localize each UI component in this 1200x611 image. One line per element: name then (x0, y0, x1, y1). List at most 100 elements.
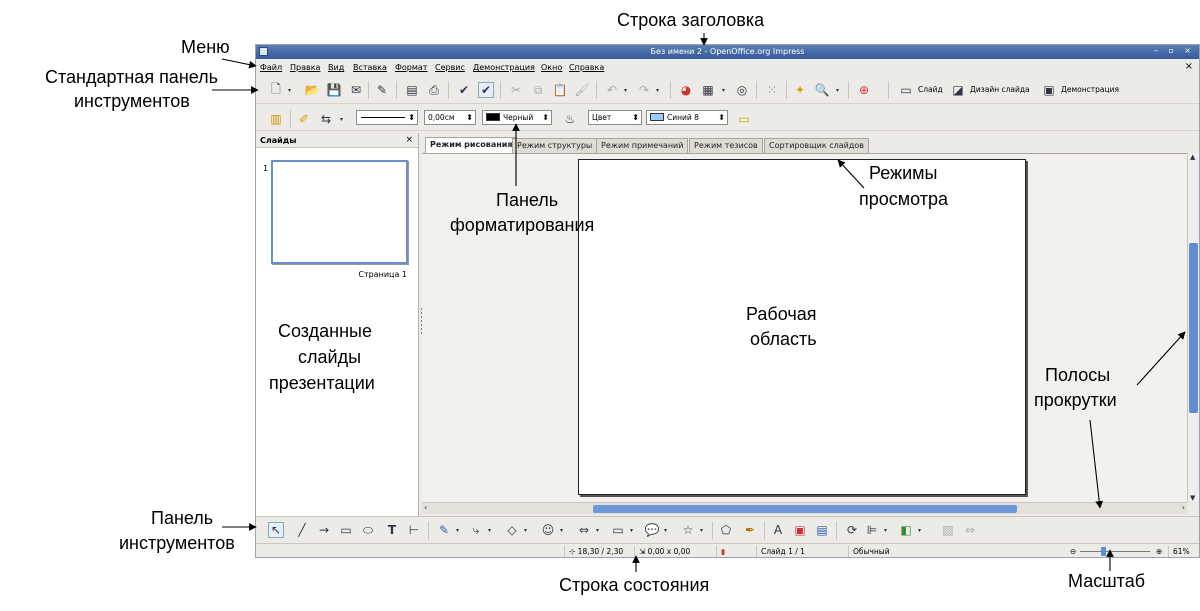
points-icon[interactable]: ⬠ (718, 522, 734, 538)
annotation-format-toolbar-line1: Панель (496, 190, 559, 210)
helplines-icon[interactable]: ✦ (792, 82, 808, 98)
chart-icon[interactable]: ◕ (678, 82, 694, 98)
arrange-icon[interactable]: ◧ (898, 522, 914, 538)
align-icon[interactable]: ⊫ (864, 522, 880, 538)
line-color-select[interactable]: Черный ⬍ (482, 110, 552, 125)
new-dropdown-icon[interactable]: ▾ (288, 87, 291, 94)
rectangle-tool-icon[interactable]: ▭ (338, 522, 354, 538)
callouts-icon[interactable]: 💬 (644, 522, 660, 538)
tab-outline-view[interactable]: Режим структуры (512, 138, 598, 153)
line-tool-icon[interactable]: ╱ (294, 522, 310, 538)
autospellcheck-icon[interactable]: ✔ (478, 82, 494, 98)
document-close-icon[interactable]: × (1185, 61, 1193, 72)
menu-edit[interactable]: Правка (290, 63, 320, 72)
save-icon[interactable]: 💾 (326, 82, 342, 98)
annotation-menu: Меню (181, 37, 230, 57)
shadow-icon[interactable]: ▭ (736, 111, 752, 127)
area-style-select[interactable]: Цвет ⬍ (588, 110, 642, 125)
grid-icon[interactable]: ⁙ (764, 82, 780, 98)
window-controls[interactable]: – ▫ × (1154, 46, 1195, 55)
tab-drawing-view[interactable]: Режим рисования (425, 137, 518, 153)
scroll-left-icon[interactable]: ‹ (424, 503, 427, 512)
extrusion-icon[interactable]: ▧ (940, 522, 956, 538)
presentation-icon[interactable]: ▣ (1041, 82, 1057, 98)
print-icon[interactable]: ⎙ (426, 82, 442, 98)
spellcheck-icon[interactable]: ✔ (456, 82, 472, 98)
rotate-icon[interactable]: ⟳ (844, 522, 860, 538)
area-fill-icon[interactable]: ♨ (562, 111, 578, 127)
export-pdf-icon[interactable]: ▤ (404, 82, 420, 98)
impress-window: Без имени 2 - OpenOffice.org Impress – ▫… (255, 44, 1200, 558)
menu-presentation[interactable]: Демонстрация (473, 63, 535, 72)
zoom-percent[interactable]: 61% (1168, 546, 1190, 557)
fontwork-icon[interactable]: A (770, 522, 786, 538)
slide-design-button[interactable]: Дизайн слайда (970, 85, 1030, 94)
zoom-out-icon[interactable]: ⊖ (1066, 546, 1076, 557)
line-width-field[interactable]: 0,00см ⬍ (424, 110, 476, 125)
gallery-icon[interactable]: ▤ (814, 522, 830, 538)
basic-shapes-icon[interactable]: ◇ (504, 522, 520, 538)
flowchart-icon[interactable]: ▭ (610, 522, 626, 538)
close-icon[interactable]: × (405, 135, 413, 145)
undo-icon[interactable]: ↶ (604, 82, 620, 98)
vertical-scrollbar[interactable]: ▲ ▼ (1187, 153, 1199, 502)
arrow-style-icon[interactable]: ⇆ (318, 111, 334, 127)
navigator-icon[interactable]: ◎ (734, 82, 750, 98)
annotation-drawing-toolbar-line1: Панель (151, 508, 214, 528)
arrow-line-tool-icon[interactable]: → (316, 522, 332, 538)
glue-points-icon[interactable]: ✒ (742, 522, 758, 538)
new-document-icon[interactable]: 🗋 (268, 82, 284, 98)
paste-icon[interactable]: 📋 (552, 82, 568, 98)
symbol-shapes-icon[interactable]: ☺ (540, 522, 556, 538)
tab-notes-view[interactable]: Режим примечаний (596, 138, 689, 153)
tab-handout-view[interactable]: Режим тезисов (689, 138, 763, 153)
open-icon[interactable]: 📂 (304, 82, 320, 98)
ellipse-tool-icon[interactable]: ⬭ (360, 522, 376, 538)
area-color-select[interactable]: Синий 8 ⬍ (646, 110, 728, 125)
slide-design-icon[interactable]: ◪ (950, 82, 966, 98)
horizontal-scroll-thumb[interactable] (593, 505, 1017, 513)
styles-icon[interactable]: ▥ (268, 111, 284, 127)
horizontal-scrollbar[interactable]: ‹ › (422, 502, 1187, 514)
transitions-icon[interactable]: ⇔ (962, 522, 978, 538)
title-bar: Без имени 2 - OpenOffice.org Impress – ▫… (256, 45, 1199, 59)
edit-file-icon[interactable]: ✎ (374, 82, 390, 98)
vertical-scroll-thumb[interactable] (1189, 243, 1198, 413)
from-file-icon[interactable]: ▣ (792, 522, 808, 538)
spin-icon: ⬍ (632, 113, 639, 122)
presentation-button[interactable]: Демонстрация (1061, 85, 1119, 94)
text-tool-icon[interactable]: T (384, 522, 400, 538)
zoom-slider[interactable] (1101, 547, 1106, 556)
new-slide-button[interactable]: Слайд (918, 85, 943, 94)
scroll-right-icon[interactable]: › (1182, 503, 1185, 512)
fit-text-tool-icon[interactable]: ⊢ (406, 522, 422, 538)
copy-icon[interactable]: ⧉ (530, 82, 546, 98)
slide-icon[interactable]: ▭ (898, 82, 914, 98)
scroll-up-icon[interactable]: ▲ (1190, 153, 1195, 161)
format-paintbrush-icon[interactable]: 🖌 (574, 82, 590, 98)
menu-window[interactable]: Окно (541, 63, 562, 72)
line-icon[interactable]: ✐ (296, 111, 312, 127)
tab-slide-sorter[interactable]: Сортировщик слайдов (764, 138, 869, 153)
curve-tool-icon[interactable]: ✎ (436, 522, 452, 538)
line-style-select[interactable]: ⬍ (356, 110, 418, 125)
zoom-in-icon[interactable]: ⊕ (1152, 546, 1162, 557)
menu-insert[interactable]: Вставка (353, 63, 387, 72)
scroll-down-icon[interactable]: ▼ (1190, 494, 1195, 502)
menu-tools[interactable]: Сервис (435, 63, 465, 72)
help-icon[interactable]: ⊕ (856, 82, 872, 98)
connector-tool-icon[interactable]: ⤷ (468, 522, 484, 538)
email-icon[interactable]: ✉ (348, 82, 364, 98)
slide-thumbnail[interactable] (271, 160, 408, 264)
cut-icon[interactable]: ✂ (508, 82, 524, 98)
zoom-icon[interactable]: 🔍 (814, 82, 830, 98)
block-arrows-icon[interactable]: ⇔ (576, 522, 592, 538)
stars-icon[interactable]: ☆ (680, 522, 696, 538)
menu-format[interactable]: Формат (395, 63, 427, 72)
select-pointer-icon[interactable]: ↖ (268, 522, 284, 538)
redo-icon[interactable]: ↷ (636, 82, 652, 98)
menu-view[interactable]: Вид (328, 63, 344, 72)
menu-file[interactable]: Файл (260, 63, 282, 72)
menu-help[interactable]: Справка (569, 63, 604, 72)
table-icon[interactable]: ▦ (700, 82, 716, 98)
